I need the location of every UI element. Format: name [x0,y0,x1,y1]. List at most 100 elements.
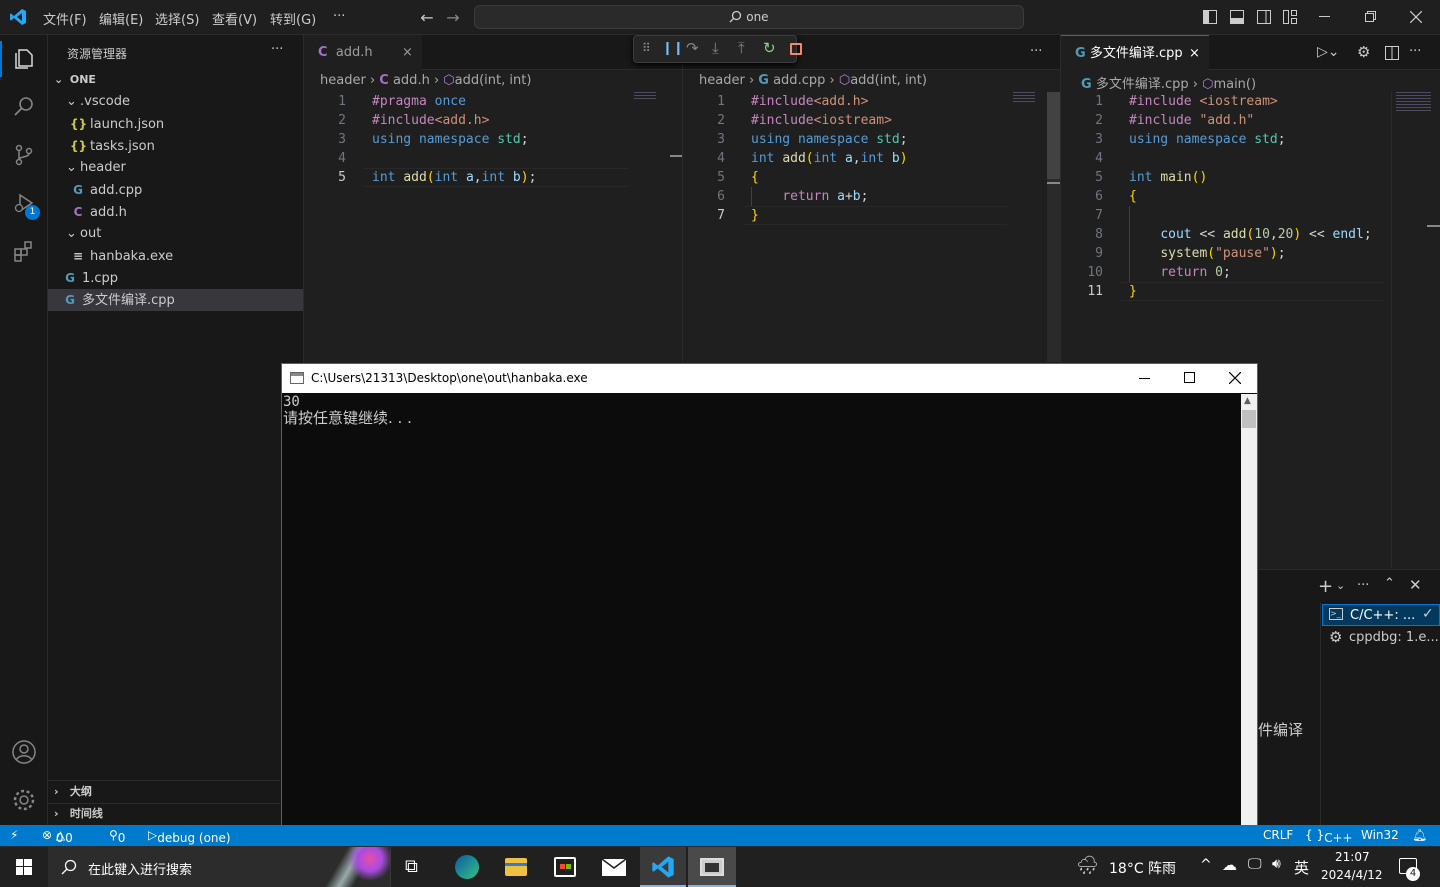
taskbar-vscode[interactable] [640,847,686,887]
outline-section[interactable]: › 大纲 [48,781,303,803]
toggle-panel-icon[interactable] [1230,10,1244,28]
tree-item-add-h[interactable]: Cadd.h [48,201,303,223]
scrollbar[interactable] [670,155,682,157]
close-tab-icon[interactable]: × [1189,36,1200,71]
clock-date[interactable]: 2024/4/12 [1321,868,1383,882]
console-output[interactable]: 30 请按任意键继续. . . [282,394,1242,846]
run-debug-icon[interactable]: 1 [0,179,48,227]
notifications-bell-icon[interactable]: 🔔︎ [1412,828,1427,842]
root-folder-one[interactable]: ⌄ ONE [48,69,303,91]
console-close-icon[interactable] [1228,371,1242,387]
file-explorer-icon[interactable] [505,858,527,876]
search-view-icon[interactable] [0,83,48,131]
breadcrumb[interactable]: header › C add.h › ⬡add(int, int) [320,73,531,88]
source-control-icon[interactable] [0,131,48,179]
ime-indicator[interactable]: 英 [1294,857,1309,878]
tree-item-header[interactable]: ⌄ header [48,157,303,179]
weather-icon[interactable]: 🌧︎ [1076,855,1099,876]
sidebar-more-button[interactable]: ··· [271,42,283,57]
ports-indicator[interactable]: ⚲ 0 [109,828,125,845]
console-scrollbar[interactable]: ▲ [1241,394,1257,846]
menu-selection[interactable]: 选择(S) [155,9,199,28]
menu-edit[interactable]: 编辑(E) [99,9,143,28]
terminal-item-cppdbg[interactable]: ⚙ cppdbg: 1.e... [1322,627,1440,649]
scrollbar[interactable] [1427,225,1440,227]
task-view-icon[interactable]: ⧉ [405,856,418,877]
code-area[interactable]: 1 2 3 4 5 6 7 #include<add.h> #include<i… [683,92,1043,362]
drag-handle-icon[interactable]: ⠿ [642,41,651,55]
remote-icon[interactable]: ⚡ [10,828,18,842]
console-minimize-icon[interactable] [1139,378,1150,379]
tab-multi-file-cpp[interactable]: G 多文件编译.cpp × [1061,35,1209,70]
menu-go[interactable]: 转到(G) [270,9,316,28]
taskbar-search-box[interactable]: 在此键入进行搜索 [48,847,391,887]
network-icon[interactable]: 🖵︎ [1248,856,1262,872]
back-arrow-icon[interactable]: ← [418,8,436,27]
eol-indicator[interactable]: CRLF [1263,828,1293,842]
forward-arrow-icon[interactable]: → [444,8,462,27]
restart-icon[interactable]: ↻ [763,39,776,57]
panel-more-button[interactable]: ··· [1357,578,1369,593]
editor-more-button[interactable]: ··· [1030,44,1042,59]
tab-add-h[interactable]: C add.h × [304,35,422,70]
volume-icon[interactable]: 🔊︎ [1272,856,1281,872]
toggle-sidebar-icon[interactable] [1203,10,1217,28]
settings-gear-icon[interactable] [0,776,48,824]
editor-more-button[interactable]: ··· [1409,44,1421,59]
step-out-icon[interactable]: ⤒ [738,39,745,57]
taskbar-console[interactable] [688,847,736,887]
console-window[interactable]: C:\Users\21313\Desktop\one\out\hanbaka.e… [281,363,1258,846]
windows-start-icon[interactable] [16,859,32,879]
minimap[interactable] [1391,92,1435,568]
mail-icon[interactable] [601,858,627,876]
step-into-icon[interactable]: ⤓ [712,39,719,57]
console-maximize-icon[interactable] [1184,372,1195,383]
minimap[interactable] [634,92,656,100]
menu-file[interactable]: 文件(F) [43,9,87,28]
terminal-item-build[interactable]: >_ C/C++: ... ✓ [1322,604,1440,626]
breadcrumb[interactable]: G 多文件编译.cpp › ⬡main() [1081,73,1256,92]
step-over-icon[interactable]: ↷ [686,39,699,57]
problems-indicator[interactable]: ⊗ 0 △ 0 [42,828,73,845]
maximize-panel-icon[interactable]: ⌃ [1384,576,1395,591]
account-icon[interactable] [0,728,48,776]
weather-text[interactable]: 18°C 阵雨 [1109,858,1176,878]
tree-item-vscode[interactable]: ⌄ .vscode [48,91,303,113]
platform-indicator[interactable]: Win32 [1361,828,1399,842]
menu-view[interactable]: 查看(V) [212,9,257,28]
tree-item-out[interactable]: ⌄ out [48,223,303,245]
minimize-icon[interactable] [1319,16,1330,17]
tree-item-hanbaka-exe[interactable]: ≡ hanbaka.exe [48,245,303,267]
console-title-bar[interactable]: C:\Users\21313\Desktop\one\out\hanbaka.e… [282,364,1257,393]
close-tab-icon[interactable]: × [402,35,413,70]
split-editor-icon[interactable] [1385,46,1399,64]
stop-icon[interactable] [790,43,802,55]
tree-item-tasks-json[interactable]: {} tasks.json [48,135,303,157]
new-terminal-plus-icon[interactable]: + [1318,576,1333,597]
chevron-up-icon[interactable]: ^ [1200,857,1212,873]
gear-icon[interactable]: ⚙ [1357,43,1370,61]
minimap[interactable] [1013,92,1035,104]
cloud-icon[interactable]: ☁ [1222,856,1237,874]
timeline-section[interactable]: › 时间线 [48,803,303,825]
debug-config[interactable]: ▷ debug (one) [148,828,231,845]
scrollbar[interactable] [1047,92,1061,362]
run-debug-dropdown-icon[interactable]: ▷⌄ [1317,44,1340,60]
toggle-secondary-sidebar-icon[interactable] [1257,10,1271,28]
menu-more[interactable]: ··· [333,9,345,24]
edge-icon[interactable] [455,855,479,879]
extensions-icon[interactable] [0,227,48,275]
clock-time[interactable]: 21:07 [1335,850,1370,864]
tree-item-launch-json[interactable]: {} launch.json [48,113,303,135]
close-window-icon[interactable] [1409,10,1423,27]
tree-item-multi-file-cpp[interactable]: G 多文件编译.cpp [48,289,303,311]
language-mode[interactable]: { } C++ [1305,828,1353,845]
restore-icon[interactable] [1365,11,1376,26]
command-center-search[interactable]: one [474,5,1024,29]
code-area[interactable]: 1 2 3 4 5 #pragma once #include<add.h> u… [304,92,674,362]
store-icon[interactable] [554,857,576,877]
customize-layout-icon[interactable] [1283,10,1297,28]
explorer-icon[interactable] [0,35,48,83]
pause-icon[interactable]: ❙❙ [662,41,684,56]
close-panel-icon[interactable]: ✕ [1409,576,1422,594]
